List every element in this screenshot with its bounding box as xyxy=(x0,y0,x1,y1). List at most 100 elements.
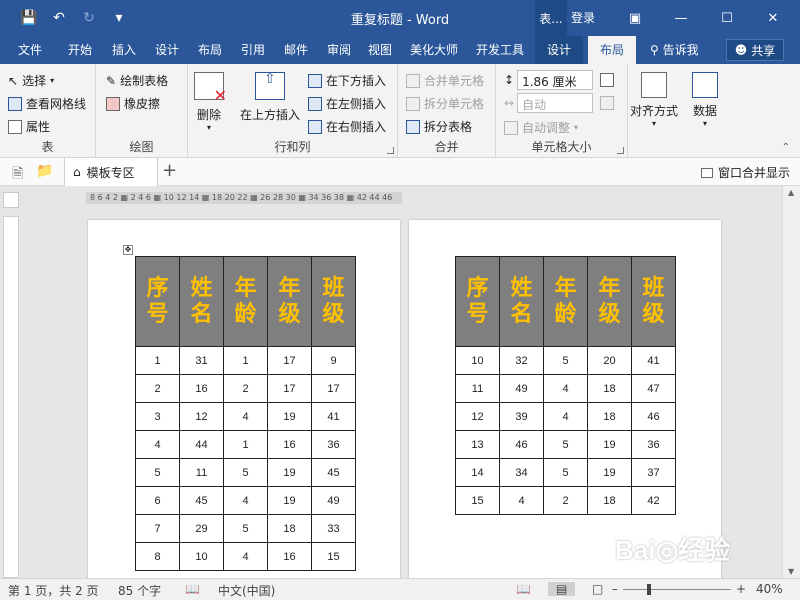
table-cell[interactable]: 1 xyxy=(223,346,268,375)
table-page-2[interactable]: 序号姓名年龄年级班级 10 32 5 20 41 11 49 4 18 47 12 39 4 18 46 13… xyxy=(455,256,676,515)
tell-me-box[interactable]: ⚲ 告诉我 xyxy=(650,41,699,58)
tab-review[interactable]: 审阅 xyxy=(327,41,351,58)
zoom-out-icon[interactable]: – xyxy=(612,582,618,596)
dialog-launcher-icon[interactable] xyxy=(617,147,624,154)
close-icon[interactable]: ✕ xyxy=(750,0,796,36)
table-cell[interactable]: 45 xyxy=(179,486,224,515)
table-cell[interactable]: 4 xyxy=(543,374,588,403)
table-cell[interactable]: 5 xyxy=(223,514,268,543)
alignment-button[interactable]: 对齐方式 ▾ xyxy=(630,72,678,128)
table-cell[interactable]: 5 xyxy=(135,458,180,487)
table-cell[interactable]: 4 xyxy=(543,402,588,431)
scroll-down-icon[interactable]: ▼ xyxy=(788,567,794,576)
tab-design[interactable]: 设计 xyxy=(155,41,179,58)
table-cell[interactable]: 5 xyxy=(223,458,268,487)
table-cell[interactable]: 4 xyxy=(499,486,544,515)
insert-above-button[interactable]: ⇧ 在上方插入 xyxy=(240,71,300,123)
table-cell[interactable]: 32 xyxy=(499,346,544,375)
table-move-handle-icon[interactable]: ✥ xyxy=(123,245,133,255)
zoom-level[interactable]: 40% xyxy=(756,582,783,596)
distribute-rows-icon[interactable] xyxy=(600,73,615,87)
table-cell[interactable]: 5 xyxy=(543,458,588,487)
table-cell[interactable]: 9 xyxy=(311,346,356,375)
table-cell[interactable]: 11 xyxy=(179,458,224,487)
table-cell[interactable]: 3 xyxy=(135,402,180,431)
table-cell[interactable]: 1 xyxy=(223,430,268,459)
table-cell[interactable]: 13 xyxy=(455,430,500,459)
table-cell[interactable]: 4 xyxy=(223,486,268,515)
header-cell[interactable]: 年龄 xyxy=(223,256,268,347)
table-cell[interactable]: 46 xyxy=(499,430,544,459)
table-cell[interactable]: 14 xyxy=(455,458,500,487)
page-1[interactable]: ✥ 序号姓名年龄年级班级 1 31 1 17 9 2 16 2 17 17 3 12 4 19 41 4 44 1… xyxy=(88,220,400,578)
table-cell[interactable]: 4 xyxy=(135,430,180,459)
tab-beautify-master[interactable]: 美化大师 xyxy=(410,41,458,58)
share-button[interactable]: ☻ 共享 xyxy=(726,39,784,61)
tab-table-design[interactable]: 设计 xyxy=(535,36,584,64)
table-cell[interactable]: 39 xyxy=(499,402,544,431)
table-cell[interactable]: 1 xyxy=(135,346,180,375)
print-layout-icon[interactable]: ▤ xyxy=(548,582,576,596)
web-layout-icon[interactable]: □ xyxy=(592,582,603,596)
select-button[interactable]: ↖ 选择 ▾ xyxy=(8,72,54,89)
table-cell[interactable]: 18 xyxy=(587,374,632,403)
header-cell[interactable]: 班级 xyxy=(311,256,356,347)
table-cell[interactable]: 4 xyxy=(223,542,268,571)
table-cell[interactable]: 2 xyxy=(543,486,588,515)
tab-table-layout[interactable]: 布局 xyxy=(588,36,637,64)
column-width-input[interactable]: 自动 xyxy=(517,93,594,113)
maximize-icon[interactable]: ☐ xyxy=(704,0,750,36)
split-table-button[interactable]: 拆分表格 xyxy=(406,118,472,135)
header-cell[interactable]: 序号 xyxy=(455,256,500,347)
table-cell[interactable]: 19 xyxy=(587,430,632,459)
tab-view[interactable]: 视图 xyxy=(368,41,392,58)
data-button[interactable]: 数据 ▾ xyxy=(692,72,718,128)
table-cell[interactable]: 5 xyxy=(543,430,588,459)
header-cell[interactable]: 年级 xyxy=(267,256,312,347)
table-cell[interactable]: 41 xyxy=(631,346,676,375)
table-cell[interactable]: 19 xyxy=(267,486,312,515)
insert-left-button[interactable]: 在左侧插入 xyxy=(308,95,386,112)
insert-below-button[interactable]: 在下方插入 xyxy=(308,72,386,89)
table-cell[interactable]: 17 xyxy=(267,346,312,375)
tab-layout[interactable]: 布局 xyxy=(198,41,222,58)
zoom-in-icon[interactable]: + xyxy=(736,582,746,596)
table-cell[interactable]: 15 xyxy=(311,542,356,571)
table-cell[interactable]: 45 xyxy=(311,458,356,487)
table-cell[interactable]: 11 xyxy=(455,374,500,403)
vertical-ruler[interactable] xyxy=(3,216,19,578)
tab-references[interactable]: 引用 xyxy=(241,41,265,58)
tab-insert[interactable]: 插入 xyxy=(112,41,136,58)
zoom-slider-track[interactable] xyxy=(623,589,731,590)
page-count[interactable]: 第 1 页，共 2 页 xyxy=(8,582,99,599)
merge-cells-button[interactable]: 合并单元格 xyxy=(406,72,484,89)
distribute-columns-icon[interactable] xyxy=(600,96,615,110)
tab-home[interactable]: 开始 xyxy=(68,41,92,58)
table-cell[interactable]: 33 xyxy=(311,514,356,543)
read-mode-icon[interactable]: 📖 xyxy=(516,582,531,596)
vertical-scrollbar[interactable]: ▲ ▼ xyxy=(782,186,800,578)
word-count[interactable]: 85 个字 xyxy=(118,582,161,599)
header-cell[interactable]: 姓名 xyxy=(499,256,544,347)
zoom-slider-thumb[interactable] xyxy=(647,584,651,595)
table-cell[interactable]: 31 xyxy=(179,346,224,375)
header-cell[interactable]: 年龄 xyxy=(543,256,588,347)
table-page-1[interactable]: 序号姓名年龄年级班级 1 31 1 17 9 2 16 2 17 17 3 12 4 19 41 4 44 1 16… xyxy=(135,256,356,571)
add-tab-icon[interactable]: + xyxy=(162,160,177,181)
tab-file[interactable]: 文件 xyxy=(18,41,42,58)
collapse-ribbon-icon[interactable]: ⌃ xyxy=(782,142,790,153)
merge-window-button[interactable]: 窗口合并显示 xyxy=(700,164,790,181)
header-cell[interactable]: 班级 xyxy=(631,256,676,347)
table-cell[interactable]: 12 xyxy=(455,402,500,431)
table-cell[interactable]: 8 xyxy=(135,542,180,571)
table-cell[interactable]: 18 xyxy=(587,486,632,515)
table-cell[interactable]: 17 xyxy=(311,374,356,403)
horizontal-ruler[interactable]: 8 6 4 2 ▦ 2 4 6 ▦ 10 12 14 ▦ 18 20 22 ▦ … xyxy=(86,192,402,204)
tab-developer[interactable]: 开发工具 xyxy=(476,41,524,58)
ribbon-display-options-icon[interactable]: ▣ xyxy=(612,0,658,36)
table-cell[interactable]: 10 xyxy=(179,542,224,571)
table-cell[interactable]: 47 xyxy=(631,374,676,403)
table-cell[interactable]: 49 xyxy=(499,374,544,403)
table-cell[interactable]: 16 xyxy=(267,542,312,571)
table-cell[interactable]: 18 xyxy=(587,402,632,431)
